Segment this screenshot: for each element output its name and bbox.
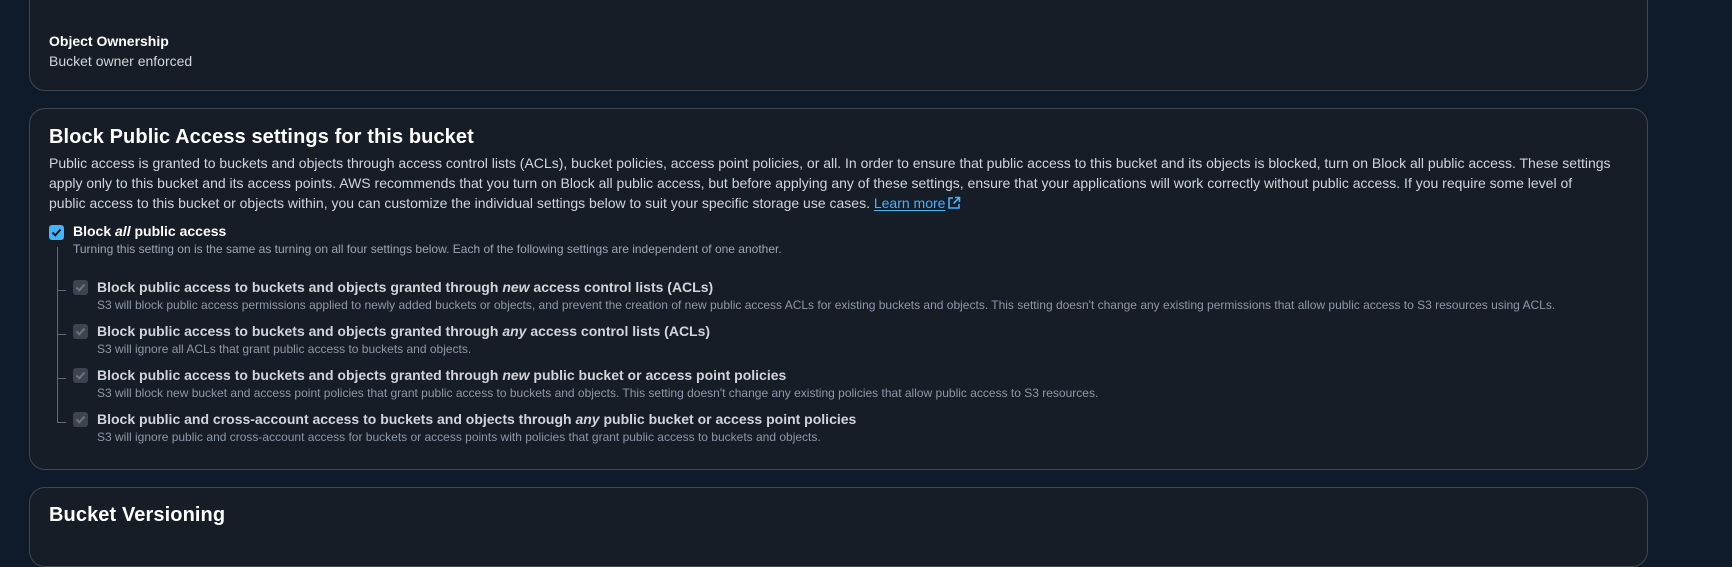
block-all-label: Block all public access	[73, 223, 226, 239]
block-public-access-panel: Block Public Access settings for this bu…	[29, 108, 1648, 470]
description-line: Public access is granted to buckets and …	[49, 155, 1611, 171]
tree-branch	[57, 378, 66, 379]
tree-branch	[57, 334, 66, 335]
label-part: access control lists (ACLs)	[526, 323, 711, 339]
tree-connector	[57, 247, 58, 423]
label-part: Block public access to buckets and objec…	[97, 367, 503, 383]
option-any-acls-checkbox	[73, 324, 88, 339]
label-part: Block	[73, 223, 116, 239]
block-public-access-title: Block Public Access settings for this bu…	[49, 126, 474, 148]
option-any-policies-description: S3 will ignore public and cross-account …	[97, 430, 821, 444]
object-ownership-value: Bucket owner enforced	[49, 53, 193, 69]
option-new-policies-description: S3 will block new bucket and access poin…	[97, 386, 1099, 400]
option-new-policies-label: Block public access to buckets and objec…	[97, 367, 786, 383]
object-ownership-panel: Object Ownership Bucket owner enforced	[29, 0, 1648, 91]
option-any-policies-label: Block public and cross-account access to…	[97, 411, 856, 427]
description-line: public access to this bucket or objects …	[49, 193, 1649, 215]
learn-more-link[interactable]: Learn more	[874, 195, 946, 211]
external-link-icon[interactable]	[947, 195, 961, 215]
block-public-access-description: Public access is granted to buckets and …	[49, 153, 1649, 215]
bucket-versioning-panel: Bucket Versioning	[29, 487, 1648, 567]
option-new-policies-checkbox	[73, 368, 88, 383]
option-new-acls-checkbox	[73, 280, 88, 295]
label-emphasis: new	[502, 279, 530, 295]
label-part: public access	[130, 223, 227, 239]
label-emphasis: any	[502, 323, 527, 339]
option-new-acls-label: Block public access to buckets and objec…	[97, 279, 713, 295]
option-any-acls-description: S3 will ignore all ACLs that grant publi…	[97, 342, 472, 356]
description-line: apply only to this bucket and its access…	[49, 175, 1573, 191]
label-part: public bucket or access point policies	[599, 411, 857, 427]
option-new-acls-description: S3 will block public access permissions …	[97, 298, 1556, 312]
tree-branch	[57, 290, 66, 291]
label-part: public bucket or access point policies	[529, 367, 787, 383]
label-part: access control lists (ACLs)	[529, 279, 714, 295]
option-any-acls-label: Block public access to buckets and objec…	[97, 323, 710, 339]
label-part: Block public and cross-account access to…	[97, 411, 576, 427]
label-part: Block public access to buckets and objec…	[97, 323, 503, 339]
block-all-checkbox[interactable]	[49, 225, 64, 240]
option-any-policies-checkbox	[73, 412, 88, 427]
label-emphasis: all	[115, 223, 131, 239]
tree-branch	[57, 422, 66, 423]
learn-more-label: Learn more	[873, 195, 946, 211]
block-all-description: Turning this setting on is the same as t…	[73, 242, 782, 256]
label-emphasis: any	[575, 411, 600, 427]
description-line-text: public access to this bucket or objects …	[49, 195, 874, 211]
object-ownership-label: Object Ownership	[49, 33, 169, 49]
label-part: Block public access to buckets and objec…	[97, 279, 503, 295]
label-emphasis: new	[502, 367, 530, 383]
